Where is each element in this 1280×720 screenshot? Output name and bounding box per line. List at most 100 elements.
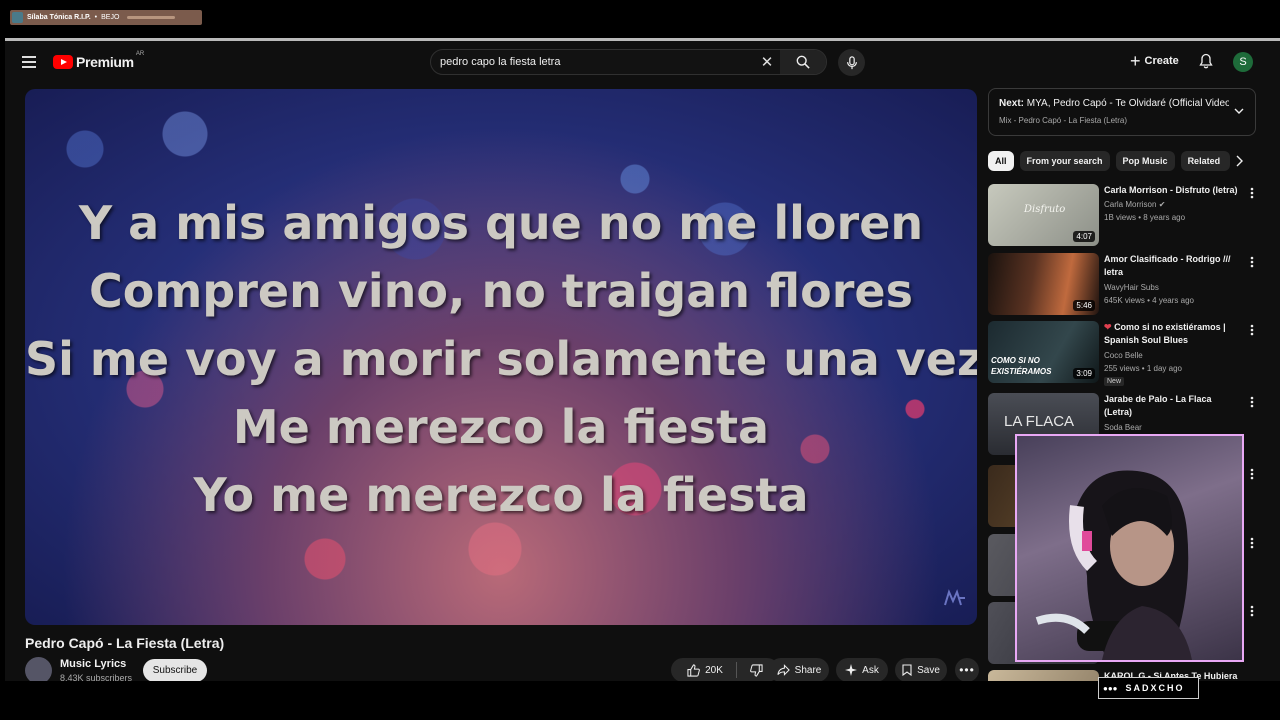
- channel-name[interactable]: Music Lyrics: [60, 658, 126, 670]
- channel-name: WavyHair Subs: [1104, 283, 1159, 292]
- now-playing-artist: BEJO: [101, 14, 120, 21]
- lyric-line: Compren vino, no traigan flores: [88, 264, 913, 318]
- search-icon: [796, 55, 810, 69]
- chevron-down-icon[interactable]: [1233, 104, 1245, 122]
- dislike-button[interactable]: [742, 663, 771, 677]
- channel-avatar[interactable]: [25, 657, 52, 681]
- lyrics-overlay: Y a mis amigos que no me lloren Compren …: [25, 189, 977, 529]
- video-title: Amor Clasificado - Rodrigo /// letra: [1104, 254, 1231, 277]
- video-duration: 5:46: [1073, 300, 1095, 311]
- new-badge: New: [1104, 377, 1125, 386]
- channel-name: Soda Bear: [1104, 423, 1142, 432]
- notifications-button[interactable]: [1199, 53, 1213, 74]
- chevron-right-icon[interactable]: [1233, 154, 1245, 173]
- video-title: Carla Morrison - Disfruto (letra): [1104, 185, 1238, 195]
- create-label: Create: [1144, 55, 1179, 67]
- video-duration: 3:09: [1073, 368, 1095, 379]
- like-button[interactable]: 20K: [679, 663, 731, 677]
- thumbnail-text: Disfruto: [1024, 204, 1066, 215]
- chip-pop-music[interactable]: Pop Music: [1115, 151, 1175, 171]
- streamer-figure: [1035, 470, 1192, 660]
- menu-icon[interactable]: [22, 56, 36, 68]
- now-playing-overlay: Sílaba Tónica R.I.P. • BEJO: [10, 10, 202, 25]
- more-vert-icon[interactable]: [1250, 467, 1254, 485]
- thumbnail-text: LA FLACA: [1004, 413, 1075, 430]
- video-thumbnail[interactable]: [988, 670, 1099, 681]
- video-meta: 1B views • 8 years ago: [1104, 213, 1186, 222]
- video-thumbnail[interactable]: 5:46: [988, 253, 1099, 315]
- streamer-name-tag: ●●● SADXCHO: [1098, 677, 1199, 699]
- video-meta: 255 views • 1 day ago: [1104, 364, 1182, 373]
- verified-icon: ✔: [1158, 200, 1166, 209]
- up-next-mix: Mix - Pedro Capó - La Fiesta (Letra): [999, 116, 1128, 125]
- play-logo-icon: [53, 55, 73, 69]
- video-player[interactable]: Y a mis amigos que no me lloren Compren …: [25, 89, 977, 625]
- lyric-line: Me merezco la fiesta: [232, 400, 770, 454]
- channel-name: Coco Belle: [1104, 351, 1143, 360]
- thumbs-up-icon: [687, 663, 700, 677]
- search-input[interactable]: pedro capo la fiesta letra: [431, 56, 754, 68]
- account-avatar[interactable]: S: [1233, 52, 1253, 72]
- video-thumbnail[interactable]: Disfruto 4:07: [988, 184, 1099, 246]
- bell-icon: [1199, 53, 1213, 69]
- share-label: Share: [794, 664, 822, 676]
- list-item[interactable]: Disfruto 4:07 Carla Morrison - Disfruto …: [988, 184, 1258, 248]
- more-vert-icon[interactable]: [1250, 604, 1254, 622]
- channel-name: Carla Morrison ✔: [1104, 200, 1166, 209]
- voice-search-button[interactable]: [838, 49, 865, 76]
- more-vert-icon[interactable]: [1250, 323, 1254, 341]
- dots-icon: ●●●: [1103, 683, 1118, 693]
- more-horizontal-icon: •••: [959, 663, 975, 677]
- video-thumbnail[interactable]: COMO SI NO EXISTIÉRAMOS 3:09: [988, 321, 1099, 383]
- logo-text: Premium: [76, 54, 134, 70]
- filter-chips: All From your search Pop Music Related: [988, 151, 1230, 171]
- clear-icon[interactable]: ✕: [754, 53, 780, 71]
- lyric-line: Yo me merezco la fiesta: [193, 468, 809, 522]
- more-vert-icon[interactable]: [1250, 536, 1254, 554]
- more-vert-icon[interactable]: [1250, 395, 1254, 413]
- video-duration: 4:07: [1073, 231, 1095, 242]
- list-item[interactable]: 5:46 Amor Clasificado - Rodrigo /// letr…: [988, 253, 1258, 317]
- more-vert-icon[interactable]: [1250, 255, 1254, 273]
- region-code: AR: [135, 51, 145, 57]
- up-next-video-title: MYA, Pedro Capó - Te Olvidaré (Official …: [1026, 98, 1229, 109]
- list-item[interactable]: COMO SI NO EXISTIÉRAMOS 3:09 ❤ Como si n…: [988, 321, 1258, 386]
- video-title: Jarabe de Palo - La Flaca (Letra): [1104, 394, 1212, 417]
- chip-all[interactable]: All: [988, 151, 1014, 171]
- save-label: Save: [917, 664, 940, 676]
- ask-label: Ask: [862, 664, 879, 676]
- up-next-panel[interactable]: Next: MYA, Pedro Capó - Te Olvidaré (Off…: [988, 88, 1256, 136]
- video-title: ❤ Como si no existiéramos | Spanish Soul…: [1104, 322, 1226, 345]
- lyric-line: Y a mis amigos que no me lloren: [78, 196, 924, 250]
- create-button[interactable]: + Create: [1130, 51, 1179, 71]
- more-vert-icon[interactable]: [1250, 186, 1254, 204]
- broken-heart-icon: ❤: [1104, 322, 1112, 332]
- subscriber-count: 8.43K subscribers: [60, 673, 133, 681]
- video-title: Pedro Capó - La Fiesta (Letra): [25, 635, 225, 651]
- webcam-overlay: [1015, 434, 1244, 662]
- more-actions-button[interactable]: •••: [955, 658, 979, 681]
- search-button[interactable]: [780, 50, 826, 74]
- thumbnail-text: COMO SI NO EXISTIÉRAMOS: [991, 356, 1052, 376]
- plus-icon: +: [1130, 51, 1141, 71]
- subscribe-button[interactable]: Subscribe: [143, 659, 207, 681]
- like-dislike-group: 20K: [671, 658, 779, 681]
- youtube-logo[interactable]: Premium AR: [53, 51, 145, 70]
- bookmark-icon: [902, 664, 912, 676]
- up-next-label: Next:: [999, 98, 1025, 109]
- lyric-line: Si me voy a morir solamente una vez: [25, 332, 977, 386]
- share-button[interactable]: Share: [769, 658, 829, 681]
- save-button[interactable]: Save: [895, 658, 947, 681]
- divider: [735, 662, 737, 678]
- like-count: 20K: [705, 664, 723, 676]
- video-meta: 645K views • 4 years ago: [1104, 296, 1194, 305]
- progress-bar: [127, 16, 176, 19]
- thumbs-down-icon: [749, 663, 763, 677]
- album-art: [12, 12, 23, 23]
- separator: •: [94, 14, 98, 21]
- chip-from-your-search[interactable]: From your search: [1019, 151, 1110, 171]
- ask-button[interactable]: Ask: [836, 658, 888, 681]
- streamer-name: SADXCHO: [1125, 683, 1185, 693]
- now-playing-title: Sílaba Tónica R.I.P.: [27, 14, 91, 21]
- chip-related[interactable]: Related: [1180, 151, 1230, 171]
